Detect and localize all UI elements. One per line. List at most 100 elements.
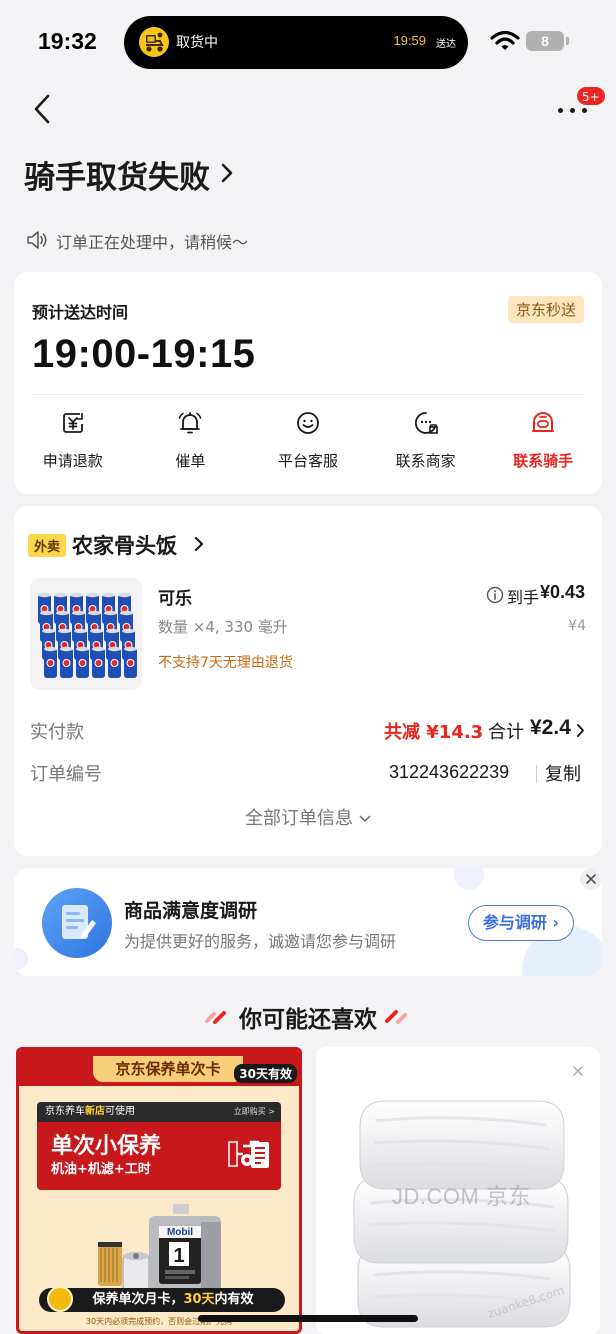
svg-text:1: 1 bbox=[173, 1245, 184, 1267]
action-bar: 申请退款 催单 平台客服 联系商家 联系骑手 bbox=[14, 406, 602, 476]
can-logo bbox=[94, 659, 103, 667]
contact-merchant-button[interactable]: 联系商家 bbox=[367, 406, 485, 476]
promo-subline: 机油+机滤+工时 bbox=[51, 1162, 151, 1177]
can-top bbox=[42, 628, 55, 634]
shop-name[interactable]: 农家骨头饭 bbox=[72, 530, 177, 560]
recommend-card-maintenance[interactable]: 京东保养单次卡 30天有效 京东养车新店可使用 立即购买 > 单次小保养 机油+… bbox=[16, 1047, 302, 1334]
action-label: 联系骑手 bbox=[513, 452, 574, 470]
can-top bbox=[106, 628, 119, 634]
return-policy-warning: 不支持7天无理由退货 bbox=[158, 655, 293, 671]
promo-headline: 单次小保养 bbox=[51, 1134, 162, 1159]
urge-order-button[interactable]: 催单 bbox=[132, 406, 250, 476]
recommend-card-towel[interactable]: JD.COM 京东 zuanke8.com bbox=[316, 1047, 600, 1334]
chevron-right-icon[interactable] bbox=[576, 723, 585, 738]
paid-label: 实付款 bbox=[30, 722, 84, 743]
can-top bbox=[122, 628, 135, 634]
divider bbox=[536, 765, 537, 783]
total-amount[interactable]: ¥2.4 bbox=[530, 716, 571, 740]
coin-icon bbox=[47, 1286, 73, 1312]
live-activity-island[interactable]: 取货中 19:59 送达 bbox=[124, 16, 468, 69]
watermark: JD.COM 京东 bbox=[392, 1184, 531, 1209]
can-logo bbox=[126, 659, 135, 667]
svg-text:Mobil: Mobil bbox=[167, 1227, 193, 1238]
can-top bbox=[86, 592, 99, 598]
store-chat-icon bbox=[414, 412, 438, 434]
home-indicator[interactable] bbox=[198, 1315, 418, 1322]
more-dot bbox=[558, 108, 563, 113]
close-icon[interactable] bbox=[572, 1065, 584, 1077]
oil-can-gear-icon bbox=[228, 1140, 269, 1168]
can-top bbox=[54, 592, 67, 598]
can-top bbox=[76, 646, 89, 652]
promo-highlight: 30天 bbox=[183, 1292, 215, 1307]
can-top bbox=[88, 610, 101, 616]
can-top bbox=[44, 646, 57, 652]
validity-badge: 30天有效 bbox=[234, 1064, 297, 1083]
can-top bbox=[56, 610, 69, 616]
smile-icon bbox=[297, 412, 319, 434]
card-tab-title: 京东保养单次卡 bbox=[93, 1056, 243, 1082]
can-top bbox=[108, 646, 121, 652]
can-top bbox=[74, 628, 87, 634]
cola-cans-image bbox=[38, 592, 137, 678]
can-top bbox=[104, 610, 117, 616]
all-order-info-toggle[interactable]: 全部订单信息 bbox=[14, 804, 602, 830]
can-logo bbox=[62, 659, 71, 667]
product-image[interactable] bbox=[30, 578, 142, 690]
close-icon[interactable] bbox=[580, 868, 602, 890]
more-dot bbox=[570, 108, 575, 113]
speaker-icon bbox=[27, 231, 47, 249]
island-eta-suffix: 送达 bbox=[436, 39, 456, 50]
status-bar: 19:32 取货中 19:59 送达 8 bbox=[0, 0, 616, 84]
more-dot bbox=[582, 108, 587, 113]
island-eta-time: 19:59 bbox=[393, 33, 426, 48]
decoration bbox=[454, 868, 484, 890]
battery-icon: 8 bbox=[526, 31, 564, 51]
can-top bbox=[60, 646, 73, 652]
copy-button[interactable]: 复制 bbox=[545, 760, 581, 786]
chevron-right-icon[interactable] bbox=[194, 536, 204, 552]
service-tag: 京东秒送 bbox=[507, 296, 584, 323]
can-top bbox=[118, 592, 131, 598]
original-price: ¥4 bbox=[568, 618, 586, 634]
eta-label: 预计送达时间 bbox=[32, 303, 129, 322]
shop-line-highlight: 新店 bbox=[85, 1106, 105, 1117]
order-number: 312243622239 bbox=[389, 762, 510, 782]
can-logo bbox=[46, 659, 55, 667]
product-name[interactable]: 可乐 bbox=[158, 584, 192, 609]
info-icon[interactable] bbox=[486, 586, 504, 604]
promo-banner: 保养单次月卡，30天内有效 bbox=[39, 1288, 285, 1312]
shop-line-text: 京东养车 bbox=[45, 1106, 85, 1117]
refund-icon bbox=[62, 413, 83, 433]
back-arrow-icon[interactable] bbox=[28, 92, 58, 126]
product-spec: 数量 ×4, 330 毫升 bbox=[158, 618, 288, 636]
wifi-icon bbox=[490, 30, 520, 50]
total-label: 合计 bbox=[488, 722, 524, 743]
island-status-label: 取货中 bbox=[176, 35, 218, 51]
join-survey-button[interactable]: 参与调研 › bbox=[468, 905, 574, 941]
contact-rider-button[interactable]: 联系骑手 bbox=[484, 406, 602, 476]
can-logo bbox=[110, 659, 119, 667]
refund-button[interactable]: 申请退款 bbox=[14, 406, 132, 476]
status-time: 19:32 bbox=[38, 28, 97, 54]
survey-card: 商品满意度调研 为提供更好的服务，诚邀请您参与调研 参与调研 › bbox=[14, 868, 602, 976]
all-order-info-label: 全部订单信息 bbox=[245, 808, 353, 829]
can-top bbox=[102, 592, 115, 598]
rider-icon bbox=[532, 412, 555, 432]
can-top bbox=[38, 592, 51, 598]
can-top bbox=[90, 628, 103, 634]
can-top bbox=[124, 646, 137, 652]
order-card: 外卖 农家骨头饭 可乐 数量 ×4, 330 毫升 不支持7天无理由退货 到手 … bbox=[14, 506, 602, 856]
can-top bbox=[58, 628, 71, 634]
chevron-down-icon bbox=[359, 815, 371, 823]
customer-service-button[interactable]: 平台客服 bbox=[249, 406, 367, 476]
action-label: 申请退款 bbox=[42, 452, 103, 470]
buy-now-link[interactable]: 立即购买 > bbox=[234, 1102, 275, 1122]
action-label: 联系商家 bbox=[395, 452, 456, 470]
can-top bbox=[92, 646, 105, 652]
net-price-label: 到手 bbox=[507, 588, 540, 607]
discount-amount: 共减 ¥14.3 bbox=[384, 722, 484, 743]
page-title[interactable]: 骑手取货失败 bbox=[24, 152, 210, 197]
order-number-label: 订单编号 bbox=[30, 764, 102, 785]
chevron-right-icon[interactable] bbox=[220, 162, 234, 184]
